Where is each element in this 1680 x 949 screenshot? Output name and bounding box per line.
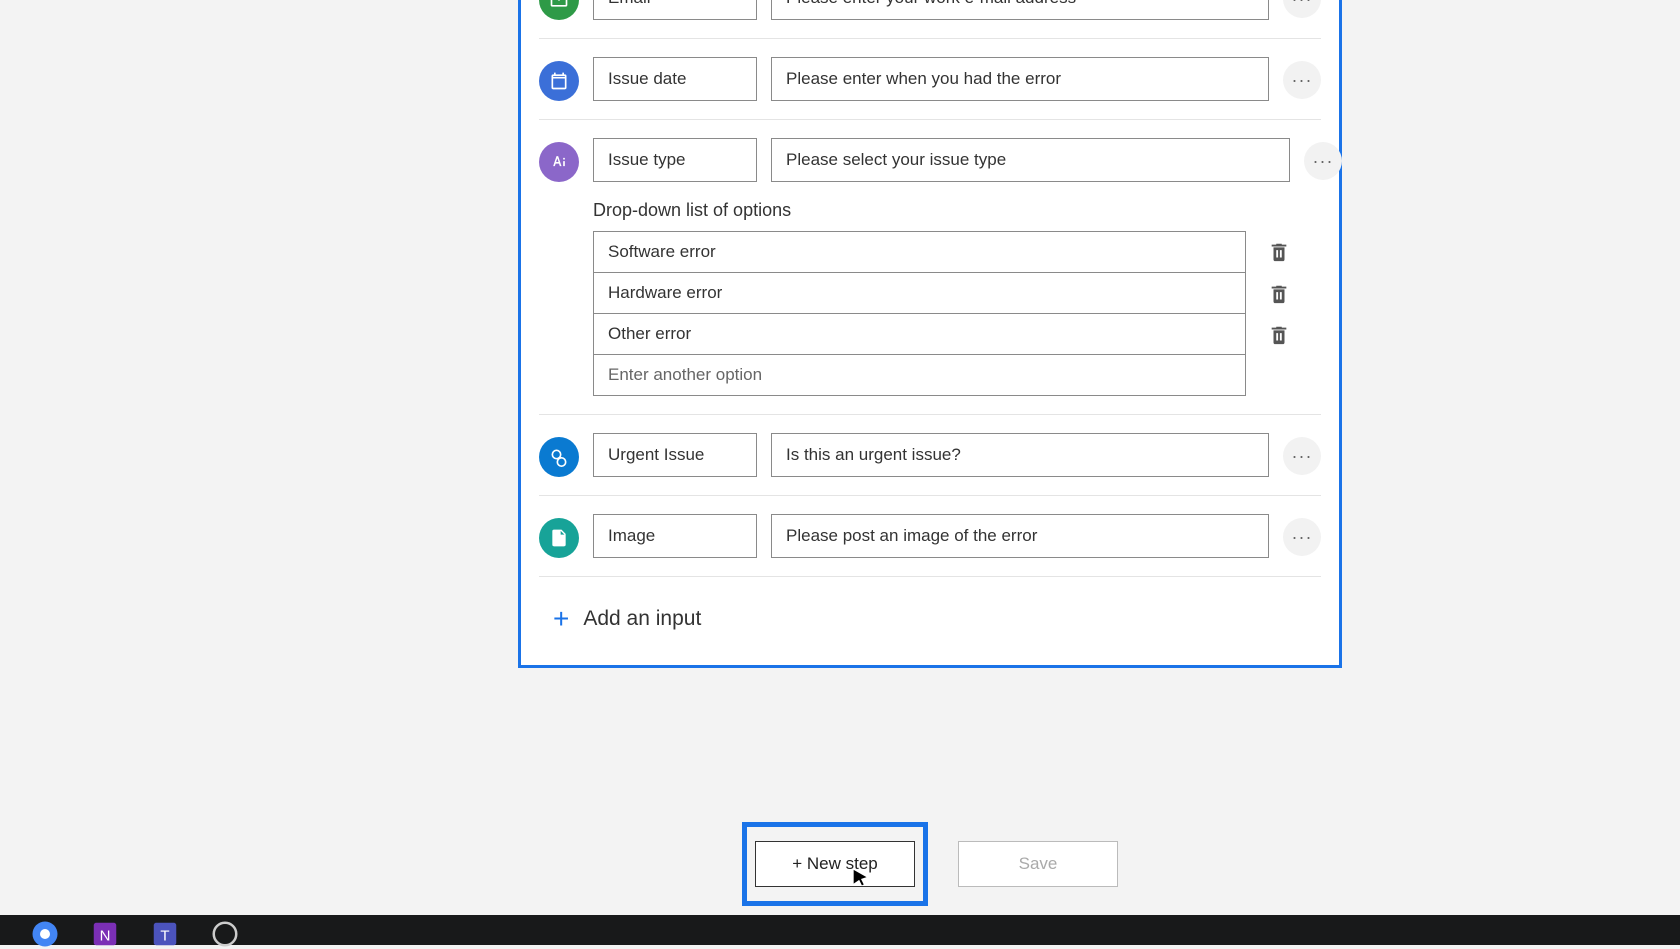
app-icon[interactable] bbox=[210, 923, 240, 945]
input-label-date[interactable]: Issue date bbox=[593, 57, 757, 101]
onenote-icon[interactable]: N bbox=[90, 923, 120, 945]
new-step-highlight: + New step bbox=[742, 822, 928, 906]
more-menu-date[interactable]: ··· bbox=[1283, 61, 1321, 99]
more-menu-email[interactable]: ··· bbox=[1283, 0, 1321, 18]
dropdown-option-0[interactable]: Software error bbox=[593, 231, 1246, 273]
delete-option-2[interactable] bbox=[1268, 324, 1290, 346]
input-label-type[interactable]: Issue type bbox=[593, 138, 757, 182]
input-row-date: Issue date Please enter when you had the… bbox=[539, 39, 1321, 120]
new-step-button[interactable]: + New step bbox=[755, 841, 915, 887]
dropdown-options-title: Drop-down list of options bbox=[593, 200, 1290, 221]
dropdown-option-new[interactable]: Enter another option bbox=[593, 354, 1246, 396]
input-desc-email[interactable]: Please enter your work e-mail address bbox=[771, 0, 1269, 20]
input-desc-type[interactable]: Please select your issue type bbox=[771, 138, 1290, 182]
input-label-image[interactable]: Image bbox=[593, 514, 757, 558]
input-desc-urgent[interactable]: Is this an urgent issue? bbox=[771, 433, 1269, 477]
more-menu-urgent[interactable]: ··· bbox=[1283, 437, 1321, 475]
input-row-type: Issue type Please select your issue type… bbox=[539, 120, 1321, 415]
yesno-icon bbox=[539, 437, 579, 477]
text-icon bbox=[539, 142, 579, 182]
dropdown-option-2[interactable]: Other error bbox=[593, 313, 1246, 355]
windows-taskbar: N T bbox=[0, 915, 1680, 945]
svg-text:N: N bbox=[100, 927, 111, 944]
delete-option-0[interactable] bbox=[1268, 241, 1290, 263]
add-input-label: Add an input bbox=[583, 607, 701, 631]
action-buttons: + New step Save bbox=[518, 822, 1342, 906]
delete-option-1[interactable] bbox=[1268, 283, 1290, 305]
file-icon bbox=[539, 518, 579, 558]
plus-icon: + bbox=[553, 603, 569, 635]
dropdown-option-1[interactable]: Hardware error bbox=[593, 272, 1246, 314]
calendar-icon bbox=[539, 61, 579, 101]
input-row-email: Email Please enter your work e-mail addr… bbox=[539, 0, 1321, 39]
chrome-icon[interactable] bbox=[30, 923, 60, 945]
svg-text:T: T bbox=[160, 927, 169, 944]
more-menu-image[interactable]: ··· bbox=[1283, 518, 1321, 556]
save-button[interactable]: Save bbox=[958, 841, 1118, 887]
input-row-image: Image Please post an image of the error … bbox=[539, 496, 1321, 576]
flow-trigger-card: Email Please enter your work e-mail addr… bbox=[518, 0, 1342, 668]
add-input-button[interactable]: + Add an input bbox=[521, 577, 1339, 665]
email-icon bbox=[539, 0, 579, 20]
teams-icon[interactable]: T bbox=[150, 923, 180, 945]
input-desc-date[interactable]: Please enter when you had the error bbox=[771, 57, 1269, 101]
input-label-urgent[interactable]: Urgent Issue bbox=[593, 433, 757, 477]
input-label-email[interactable]: Email bbox=[593, 0, 757, 20]
more-menu-type[interactable]: ··· bbox=[1304, 142, 1342, 180]
input-row-urgent: Urgent Issue Is this an urgent issue? ··… bbox=[539, 415, 1321, 496]
input-desc-image[interactable]: Please post an image of the error bbox=[771, 514, 1269, 558]
